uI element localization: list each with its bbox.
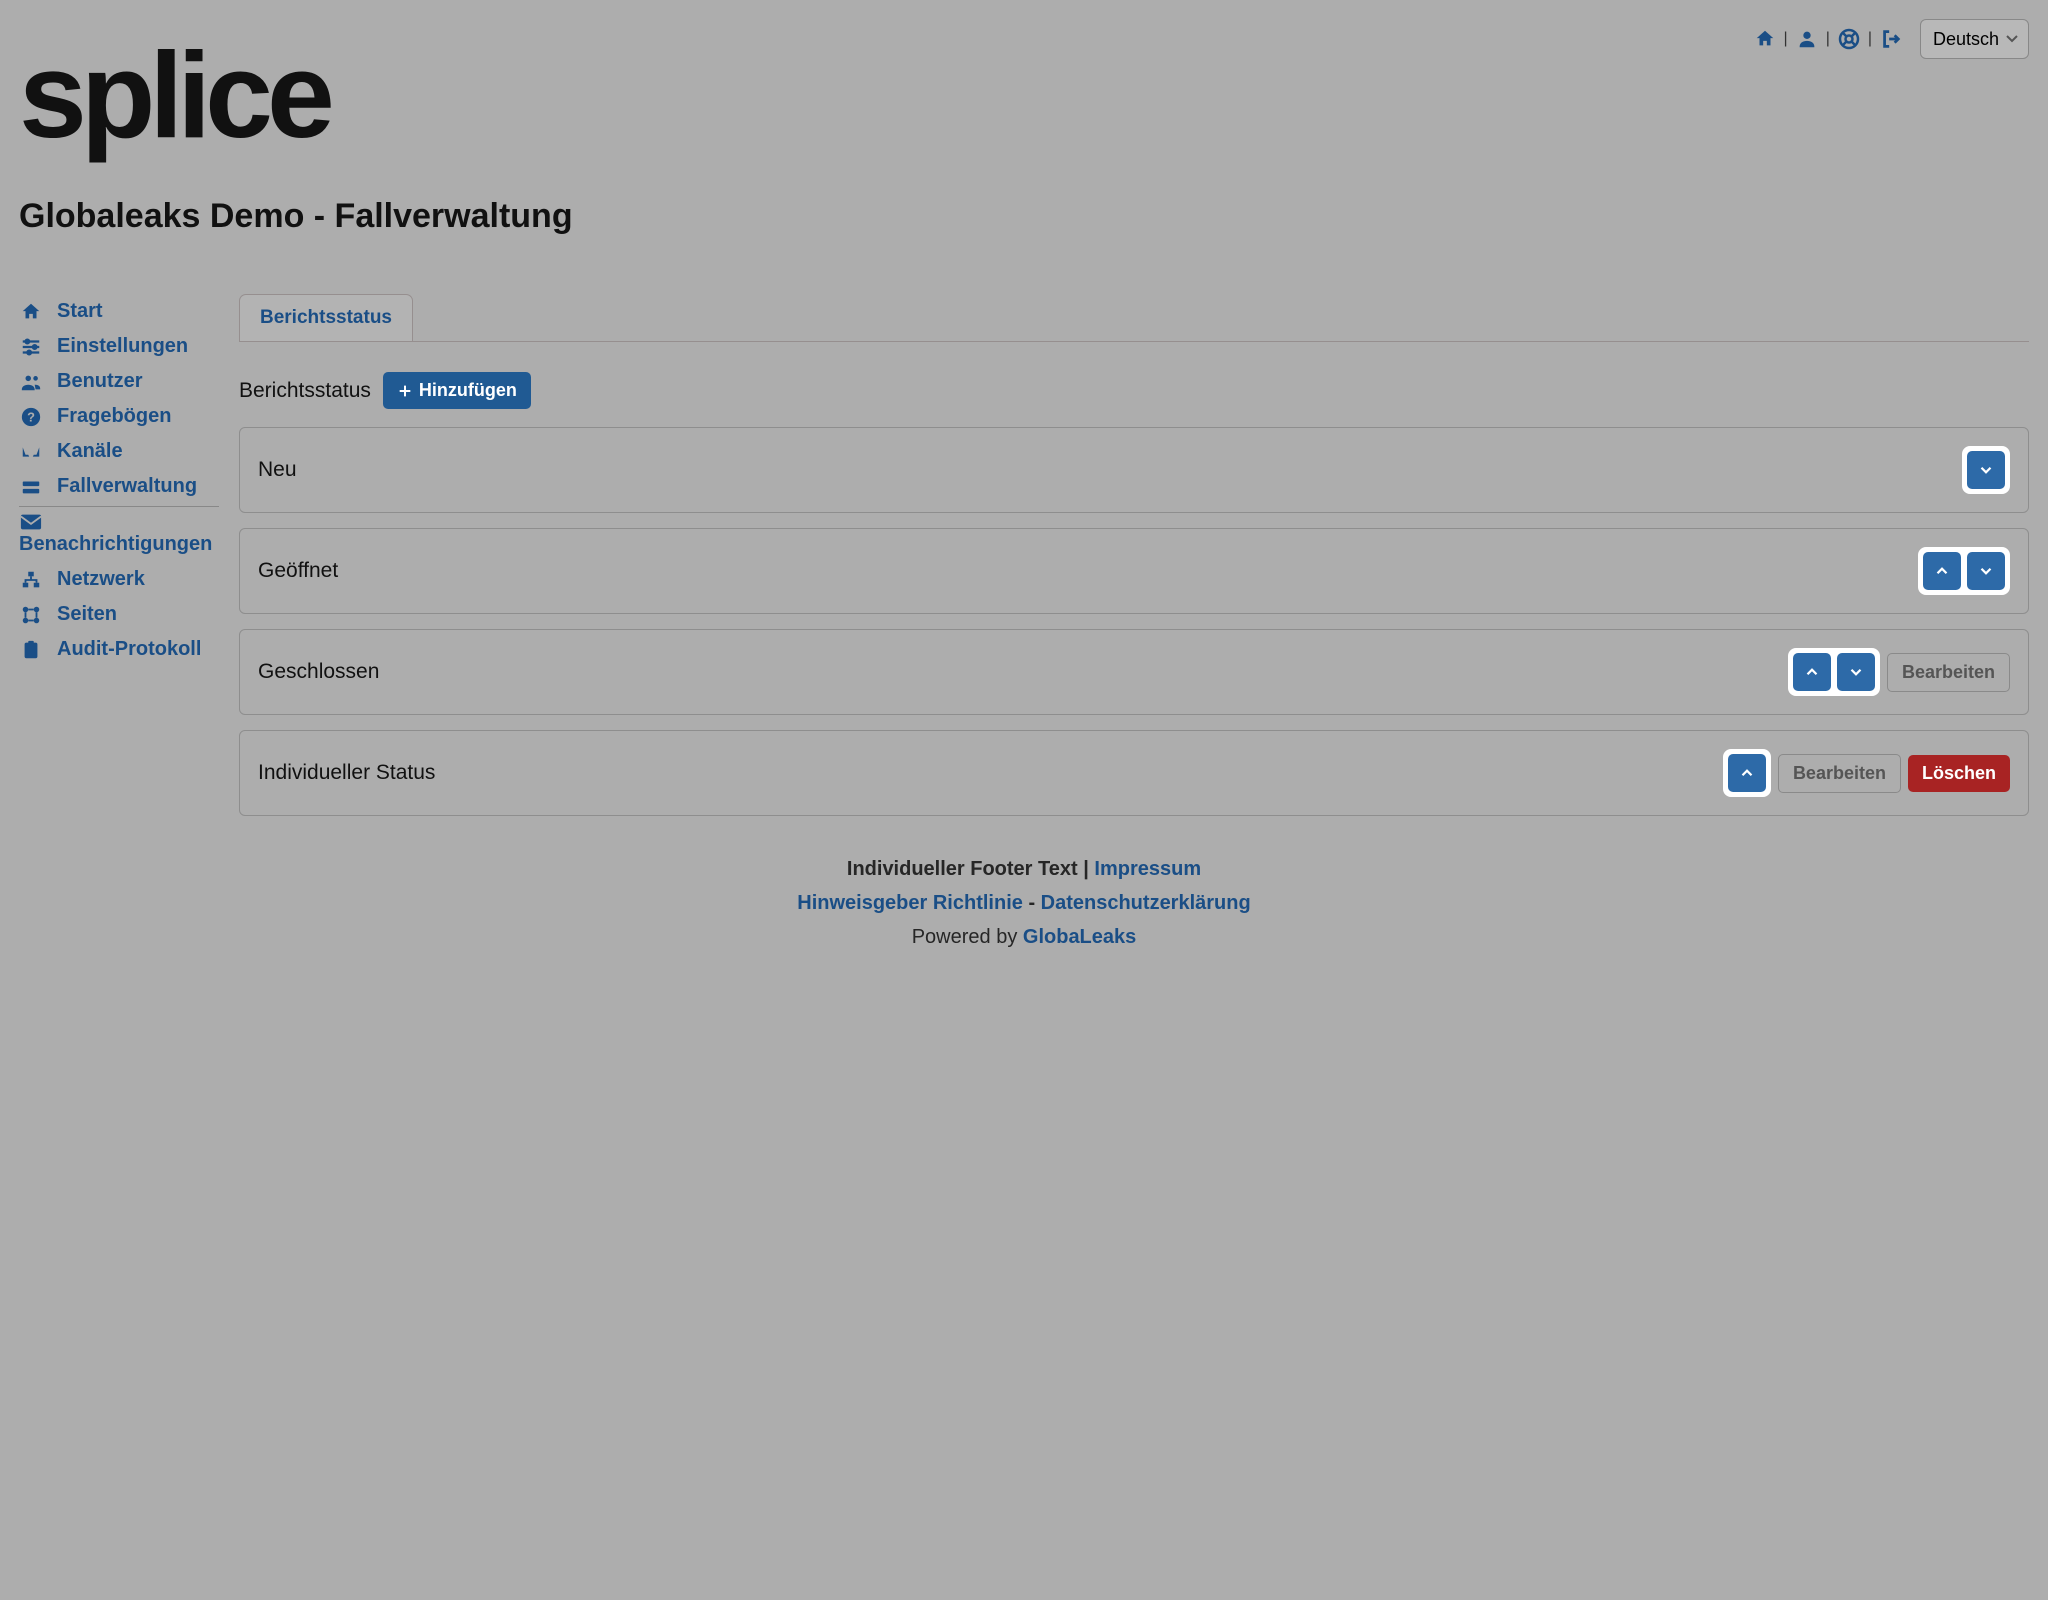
sidebar-item-label: Einstellungen bbox=[57, 335, 188, 358]
status-row: Neu bbox=[239, 427, 2029, 513]
user-icon[interactable] bbox=[1794, 26, 1820, 52]
page-title: Globaleaks Demo - Fallverwaltung bbox=[19, 197, 2029, 236]
sidebar-item-label: Fallverwaltung bbox=[57, 475, 197, 498]
sidebar-item-audit[interactable]: Audit-Protokoll bbox=[19, 632, 219, 667]
status-label: Geöffnet bbox=[258, 559, 338, 583]
status-row: Geöffnet bbox=[239, 528, 2029, 614]
sidebar-item-label: Start bbox=[57, 300, 103, 323]
footer-custom-text: Individueller Footer Text bbox=[847, 858, 1078, 880]
clipboard-icon bbox=[19, 639, 43, 661]
mail-icon bbox=[19, 513, 43, 531]
sidebar-item-label: Benachrichtigungen bbox=[19, 533, 212, 556]
reorder-controls bbox=[1788, 648, 1880, 696]
svg-text:splice: splice bbox=[19, 27, 331, 163]
sidebar-item-pages[interactable]: Seiten bbox=[19, 597, 219, 632]
separator: | bbox=[1868, 30, 1872, 48]
footer-link-whistleblower[interactable]: Hinweisgeber Richtlinie bbox=[797, 892, 1023, 914]
sidebar-item-label: Netzwerk bbox=[57, 568, 145, 591]
delete-button[interactable]: Löschen bbox=[1908, 755, 2010, 792]
reorder-controls bbox=[1962, 446, 2010, 494]
footer-powered-by: Powered by bbox=[912, 926, 1018, 948]
move-down-button[interactable] bbox=[1967, 451, 2005, 489]
add-button-label: Hinzufügen bbox=[419, 380, 517, 401]
sidebar-item-label: Benutzer bbox=[57, 370, 143, 393]
sidebar-item-label: Kanäle bbox=[57, 440, 123, 463]
status-label: Neu bbox=[258, 458, 297, 482]
status-label: Geschlossen bbox=[258, 660, 379, 684]
help-icon[interactable] bbox=[1836, 26, 1862, 52]
question-icon: ? bbox=[19, 406, 43, 428]
network-icon bbox=[19, 569, 43, 591]
users-icon bbox=[19, 371, 43, 393]
top-toolbar: | | | Deutsch bbox=[1752, 19, 2029, 59]
separator: | bbox=[1784, 30, 1788, 48]
reorder-controls bbox=[1918, 547, 2010, 595]
sidebar-item-home[interactable]: Start bbox=[19, 294, 219, 329]
tab-report-status[interactable]: Berichtsstatus bbox=[239, 294, 413, 341]
logout-icon[interactable] bbox=[1878, 26, 1904, 52]
sliders-icon bbox=[19, 336, 43, 358]
status-label: Individueller Status bbox=[258, 761, 435, 785]
logo: splice bbox=[19, 19, 379, 177]
move-down-button[interactable] bbox=[1837, 653, 1875, 691]
sidebar-item-label: Fragebögen bbox=[57, 405, 171, 428]
sidebar: Start Einstellungen Benutzer ? Frageböge… bbox=[19, 294, 219, 816]
edit-button[interactable]: Bearbeiten bbox=[1887, 653, 2010, 692]
home-icon bbox=[19, 301, 43, 323]
sidebar-item-channels[interactable]: Kanäle bbox=[19, 434, 219, 469]
svg-text:?: ? bbox=[27, 409, 35, 424]
footer-link-imprint[interactable]: Impressum bbox=[1094, 858, 1201, 880]
footer-link-globaleaks[interactable]: GlobaLeaks bbox=[1023, 926, 1136, 948]
sidebar-item-notifications[interactable]: Benachrichtigungen bbox=[19, 507, 219, 562]
sidebar-item-settings[interactable]: Einstellungen bbox=[19, 329, 219, 364]
sidebar-item-label: Seiten bbox=[57, 603, 117, 626]
separator: | bbox=[1826, 30, 1830, 48]
inbox-icon bbox=[19, 441, 43, 463]
sitemap-icon bbox=[19, 604, 43, 626]
footer: Individueller Footer Text | Impressum Hi… bbox=[19, 852, 2029, 954]
section-title: Berichtsstatus bbox=[239, 379, 371, 403]
move-up-button[interactable] bbox=[1728, 754, 1766, 792]
move-up-button[interactable] bbox=[1793, 653, 1831, 691]
add-status-button[interactable]: Hinzufügen bbox=[383, 372, 531, 409]
sidebar-item-users[interactable]: Benutzer bbox=[19, 364, 219, 399]
tab-label: Berichtsstatus bbox=[260, 307, 392, 328]
move-down-button[interactable] bbox=[1967, 552, 2005, 590]
home-icon[interactable] bbox=[1752, 26, 1778, 52]
sidebar-item-label: Audit-Protokoll bbox=[57, 638, 201, 661]
edit-button[interactable]: Bearbeiten bbox=[1778, 754, 1901, 793]
sidebar-item-questionnaires[interactable]: ? Fragebögen bbox=[19, 399, 219, 434]
sidebar-item-network[interactable]: Netzwerk bbox=[19, 562, 219, 597]
footer-link-privacy[interactable]: Datenschutzerklärung bbox=[1041, 892, 1251, 914]
sidebar-item-case-management[interactable]: Fallverwaltung bbox=[19, 469, 219, 507]
language-select[interactable]: Deutsch bbox=[1920, 19, 2029, 59]
status-row: Individueller Status Bearbeiten Löschen bbox=[239, 730, 2029, 816]
main-content: Berichtsstatus Berichtsstatus Hinzufügen… bbox=[239, 294, 2029, 816]
case-icon bbox=[19, 476, 43, 498]
move-up-button[interactable] bbox=[1923, 552, 1961, 590]
reorder-controls bbox=[1723, 749, 1771, 797]
status-row: Geschlossen Bearbeiten bbox=[239, 629, 2029, 715]
